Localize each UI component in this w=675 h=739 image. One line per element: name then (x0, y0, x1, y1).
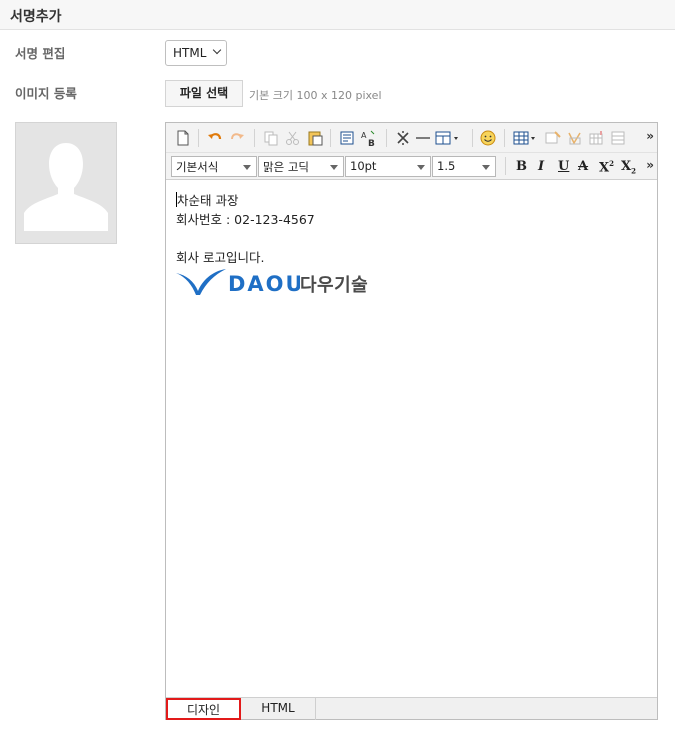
toolbar-separator (198, 129, 199, 147)
emoticon-icon[interactable] (479, 129, 497, 147)
cut-icon[interactable] (284, 129, 302, 147)
paragraph-style-select[interactable]: 기본서식 (171, 156, 257, 177)
subscript-label: X (621, 159, 632, 174)
special-char-icon[interactable] (394, 129, 412, 147)
content-line-3: 회사 로고입니다. (176, 250, 265, 265)
caret-down-icon (417, 165, 425, 170)
font-size-value: 10pt (350, 159, 377, 173)
paste-icon[interactable] (306, 129, 324, 147)
format-select-value: HTML (173, 46, 207, 60)
superscript-label: X (599, 160, 610, 176)
table-props-icon[interactable] (610, 129, 628, 147)
logo-text-ko: 다우기술 (300, 275, 369, 296)
svg-text:A: A (361, 131, 367, 140)
new-document-icon[interactable] (174, 129, 192, 147)
font-family-value: 맑은 고딕 (263, 160, 309, 174)
line-height-select[interactable]: 1.5 (432, 156, 496, 177)
editor-content[interactable]: 차순태 과장 회사번호 : 02-123-4567 회사 로고입니다. (176, 191, 646, 267)
toolbar-separator (505, 157, 506, 175)
person-silhouette-icon (16, 123, 116, 243)
horizontal-line-icon[interactable] (414, 129, 432, 147)
paragraph-style-value: 기본서식 (176, 160, 219, 174)
tab-design[interactable]: 디자인 (166, 698, 241, 720)
insert-table-dropdown-icon[interactable] (434, 129, 460, 147)
strikethrough-button[interactable]: A (578, 159, 588, 174)
toolbar-separator (504, 129, 505, 147)
content-line-2: 회사번호 : 02-123-4567 (176, 212, 315, 227)
toolbar-row-2: 기본서식 맑은 고딕 10pt 1.5 B I U A X2 X2 » (166, 152, 657, 180)
caret-down-icon (243, 165, 251, 170)
redo-icon[interactable] (228, 129, 246, 147)
logo-text-en: DAOU (228, 272, 300, 296)
toolbar-row-1: AB » (166, 124, 657, 152)
file-select-button[interactable]: 파일 선택 (165, 80, 243, 107)
image-size-hint: 기본 크기 100 x 120 pixel (249, 89, 382, 102)
content-line-1: 차순태 과장 (176, 191, 646, 210)
toolbar-separator (254, 129, 255, 147)
caret-down-icon (330, 165, 338, 170)
content-line-1-text: 차순태 과장 (177, 193, 239, 208)
tab-html[interactable]: HTML (241, 698, 316, 720)
italic-button[interactable]: I (538, 159, 544, 174)
line-height-value: 1.5 (437, 159, 456, 173)
paste-text-icon[interactable] (338, 129, 356, 147)
undo-icon[interactable] (206, 129, 224, 147)
content-blank-line (176, 229, 646, 248)
table-style-icon[interactable] (566, 129, 584, 147)
toolbar-separator (386, 129, 387, 147)
underline-button[interactable]: U (558, 159, 569, 174)
spellcheck-icon[interactable]: AB (360, 129, 378, 147)
bold-button[interactable]: B (516, 159, 527, 174)
chevron-down-icon (212, 45, 222, 55)
table-cell-icon[interactable] (588, 129, 606, 147)
svg-text:B: B (368, 139, 375, 147)
toolbar-more-button[interactable]: » (646, 129, 654, 143)
toolbar-separator (472, 129, 473, 147)
toolbar-more-button-2[interactable]: » (646, 158, 654, 172)
subscript-button[interactable]: X2 (621, 159, 636, 176)
avatar (15, 122, 117, 244)
company-logo: DAOU 다우기술 (176, 267, 386, 297)
editor-mode-tabs: 디자인 HTML (166, 697, 657, 720)
font-family-select[interactable]: 맑은 고딕 (258, 156, 344, 177)
toolbar-separator (330, 129, 331, 147)
font-size-select[interactable]: 10pt (345, 156, 431, 177)
editor-toolbar: AB » 기본서식 맑은 고딕 10pt 1.5 B I U A X2 X2 » (166, 123, 657, 180)
format-select[interactable]: HTML (165, 40, 227, 66)
caret-down-icon (482, 165, 490, 170)
superscript-button[interactable]: X2 (599, 159, 614, 175)
html-editor[interactable]: AB » 기본서식 맑은 고딕 10pt 1.5 B I U A X2 X2 »… (165, 122, 658, 720)
page-title: 서명추가 (10, 9, 62, 25)
copy-icon[interactable] (262, 129, 280, 147)
table-icon[interactable] (512, 129, 538, 147)
section-header: 서명추가 (0, 0, 675, 30)
image-register-label: 이미지 등록 (15, 86, 77, 101)
signature-edit-label: 서명 편집 (15, 46, 66, 61)
daou-logo-mark: DAOU (176, 269, 303, 296)
table-edit-icon[interactable] (544, 129, 562, 147)
